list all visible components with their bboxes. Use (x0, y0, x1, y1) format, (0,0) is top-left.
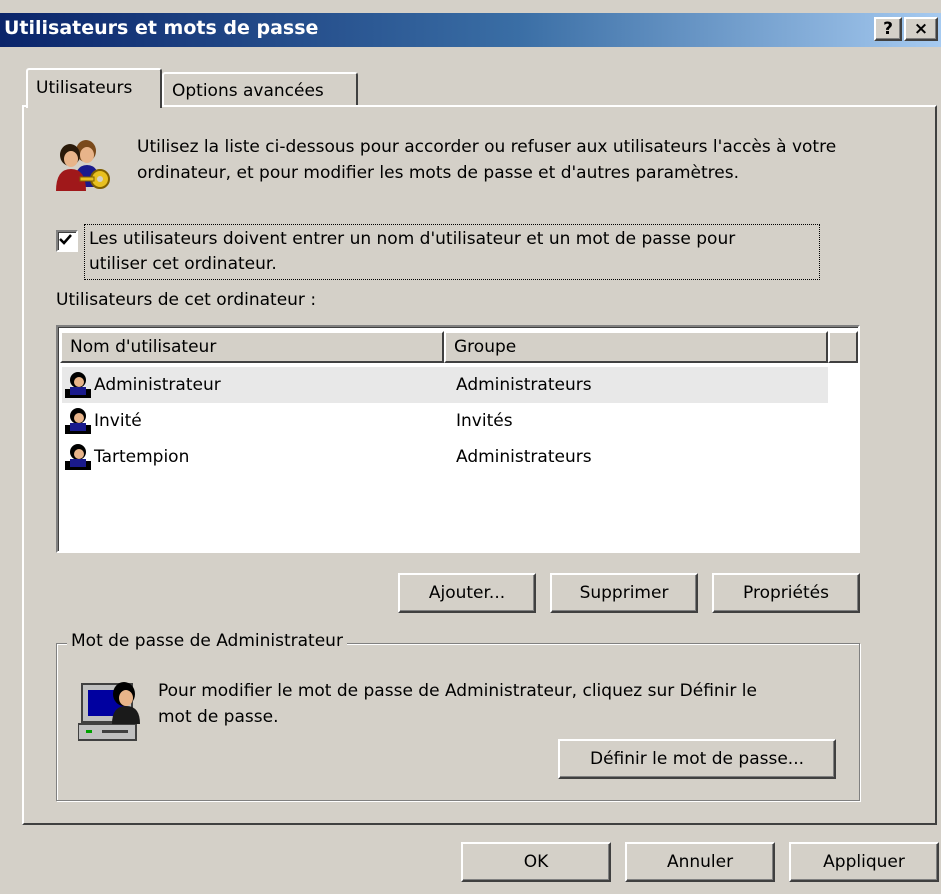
remove-user-button[interactable]: Supprimer (550, 573, 698, 613)
users-list-label: Utilisateurs de cet ordinateur : (56, 290, 317, 310)
help-button[interactable]: ? (874, 17, 902, 41)
table-row[interactable]: Tartempion Administrateurs (62, 439, 828, 475)
password-instructions-line1: Pour modifier le mot de passe de Adminis… (158, 681, 757, 701)
window-title: Utilisateurs et mots de passe (4, 17, 319, 39)
cancel-button[interactable]: Annuler (625, 842, 775, 882)
checkmark-icon (59, 234, 72, 245)
password-instructions-line2: mot de passe. (158, 707, 279, 727)
intro-text: Utilisez la liste ci-dessous pour accord… (137, 137, 837, 183)
login-required-checkbox[interactable] (56, 230, 78, 252)
user-group: Invités (456, 411, 513, 431)
password-group-legend: Mot de passe de Administrateur (67, 631, 347, 651)
login-required-label[interactable]: Les utilisateurs doivent entrer un nom d… (84, 224, 820, 280)
column-header-username[interactable]: Nom d'utilisateur (60, 331, 444, 363)
users-list[interactable]: Nom d'utilisateur Groupe Administrateur … (56, 325, 860, 553)
computer-user-icon (77, 676, 148, 742)
user-name: Tartempion (94, 447, 190, 467)
tab-utilisateurs[interactable]: Utilisateurs (26, 68, 162, 108)
user-icon (65, 408, 91, 434)
user-icon (65, 372, 91, 398)
properties-button[interactable]: Propriétés (712, 573, 860, 613)
users-key-icon (50, 135, 122, 195)
ok-button[interactable]: OK (461, 842, 611, 882)
table-row[interactable]: Invité Invités (62, 403, 828, 439)
column-header-filler (828, 331, 858, 363)
column-header-group[interactable]: Groupe (444, 331, 828, 363)
table-row[interactable]: Administrateur Administrateurs (62, 367, 828, 403)
login-label-line1: Les utilisateurs doivent entrer un nom d… (89, 229, 736, 249)
title-bar[interactable]: Utilisateurs et mots de passe ? × (0, 13, 941, 47)
user-icon (65, 444, 91, 470)
set-password-button[interactable]: Définir le mot de passe... (558, 739, 836, 779)
password-instructions: Pour modifier le mot de passe de Adminis… (158, 678, 848, 730)
tab-options-avancees[interactable]: Options avancées (162, 72, 358, 106)
user-group: Administrateurs (456, 375, 592, 395)
user-group: Administrateurs (456, 447, 592, 467)
login-label-line2: utiliser cet ordinateur. (89, 254, 277, 274)
user-name: Administrateur (94, 375, 221, 395)
add-user-button[interactable]: Ajouter... (398, 573, 536, 613)
apply-button[interactable]: Appliquer (789, 842, 939, 882)
user-name: Invité (94, 411, 142, 431)
close-button[interactable]: × (904, 17, 938, 41)
